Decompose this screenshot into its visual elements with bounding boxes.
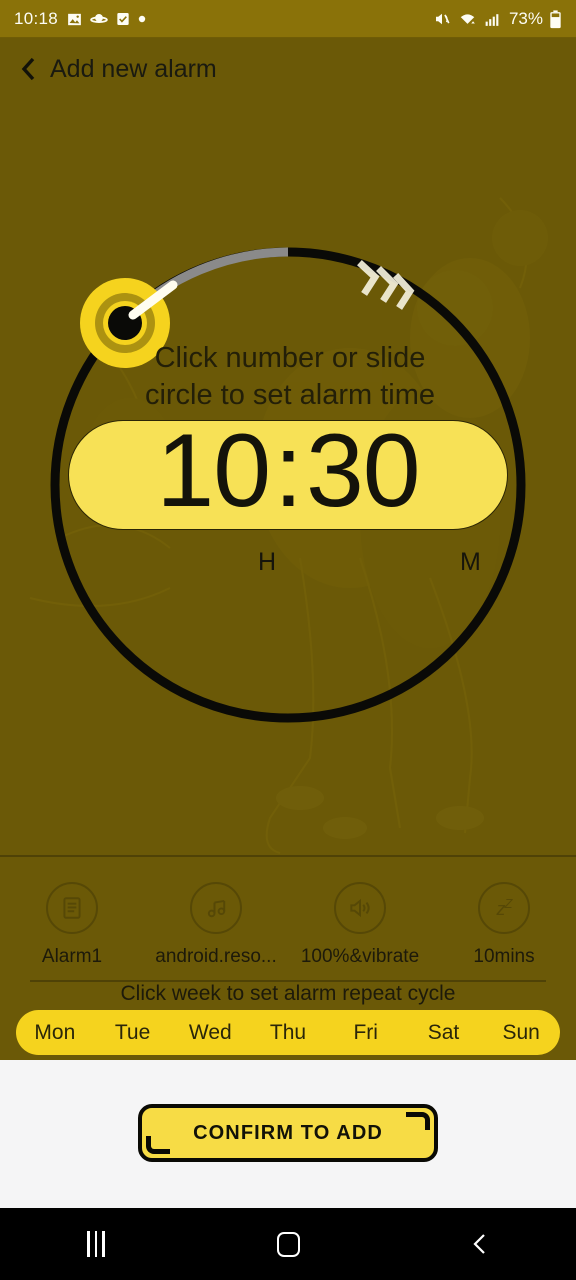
dial-knob[interactable]	[80, 278, 178, 368]
status-bar: 10:18 73%	[0, 0, 576, 38]
option-label: 100%&vibrate	[300, 946, 420, 967]
minutes-value[interactable]: 30	[306, 419, 421, 523]
day-sat[interactable]: Sat	[405, 1021, 483, 1045]
options-divider	[0, 855, 576, 857]
page-title: Add new alarm	[50, 54, 217, 83]
volume-icon	[334, 882, 386, 934]
day-thu[interactable]: Thu	[249, 1021, 327, 1045]
chevron-left-icon	[473, 1234, 485, 1254]
hour-unit-label: H	[258, 548, 277, 576]
image-icon	[66, 11, 83, 28]
week-selector[interactable]: Mon Tue Wed Thu Fri Sat Sun	[16, 1010, 560, 1055]
time-colon: :	[274, 413, 303, 529]
nav-back-button[interactable]	[384, 1208, 576, 1280]
option-label: Alarm1	[41, 946, 103, 967]
nav-home-button[interactable]	[192, 1208, 384, 1280]
confirm-button-label: CONFIRM TO ADD	[193, 1121, 383, 1144]
snooze-icon: zZ	[478, 882, 530, 934]
confirm-wrap: CONFIRM TO ADD	[0, 1104, 576, 1162]
day-tue[interactable]: Tue	[94, 1021, 172, 1045]
week-hint: Click week to set alarm repeat cycle	[120, 982, 456, 1005]
alarm-options-row: Alarm1 android.reso... 100%&vibrate zZ 1…	[0, 868, 576, 976]
home-icon	[276, 1231, 300, 1257]
cellular-signal-icon	[483, 11, 501, 28]
time-display[interactable]: 10 : 30	[68, 413, 508, 530]
option-ringtone[interactable]: android.reso...	[144, 868, 288, 976]
minute-unit-label: M	[460, 548, 481, 576]
wifi-icon	[458, 10, 477, 28]
checkbox-icon	[115, 11, 131, 27]
option-snooze[interactable]: zZ 10mins	[432, 868, 576, 976]
phone-screen: Click number or slide circle to set alar…	[0, 0, 576, 1280]
day-sun[interactable]: Sun	[482, 1021, 560, 1045]
snooze-glyph: z	[496, 899, 506, 919]
mute-vibrate-icon	[432, 10, 452, 28]
app-header: Add new alarm	[0, 38, 576, 100]
music-note-icon	[190, 882, 242, 934]
option-volume[interactable]: 100%&vibrate	[288, 868, 432, 976]
day-wed[interactable]: Wed	[171, 1021, 249, 1045]
dot-icon	[138, 15, 146, 23]
alarm-label-icon	[46, 882, 98, 934]
corner-bracket-bottom-left	[146, 1136, 170, 1154]
header-back-button[interactable]	[12, 52, 46, 86]
option-alarm-name[interactable]: Alarm1	[0, 868, 144, 976]
day-mon[interactable]: Mon	[16, 1021, 94, 1045]
alarm-time-picker[interactable]: Click number or slide circle to set alar…	[0, 100, 576, 855]
android-nav-bar	[0, 1208, 576, 1280]
option-label: 10mins	[473, 946, 535, 967]
option-label: android.reso...	[155, 946, 277, 967]
status-right-icons: 73%	[432, 9, 562, 29]
confirm-to-add-button[interactable]: CONFIRM TO ADD	[138, 1104, 438, 1162]
snooze-glyph-sup: Z	[504, 896, 513, 911]
hours-value[interactable]: 10	[156, 419, 271, 523]
battery-percent: 73%	[508, 9, 543, 28]
battery-icon	[549, 9, 562, 29]
status-left-icons	[66, 10, 146, 28]
nav-recents-button[interactable]	[0, 1208, 192, 1280]
planet-icon	[90, 10, 108, 28]
corner-bracket-top-right	[406, 1112, 430, 1130]
day-fri[interactable]: Fri	[327, 1021, 405, 1045]
recents-icon	[87, 1231, 105, 1257]
status-clock: 10:18	[14, 9, 59, 28]
status-bar-underline	[0, 37, 576, 38]
